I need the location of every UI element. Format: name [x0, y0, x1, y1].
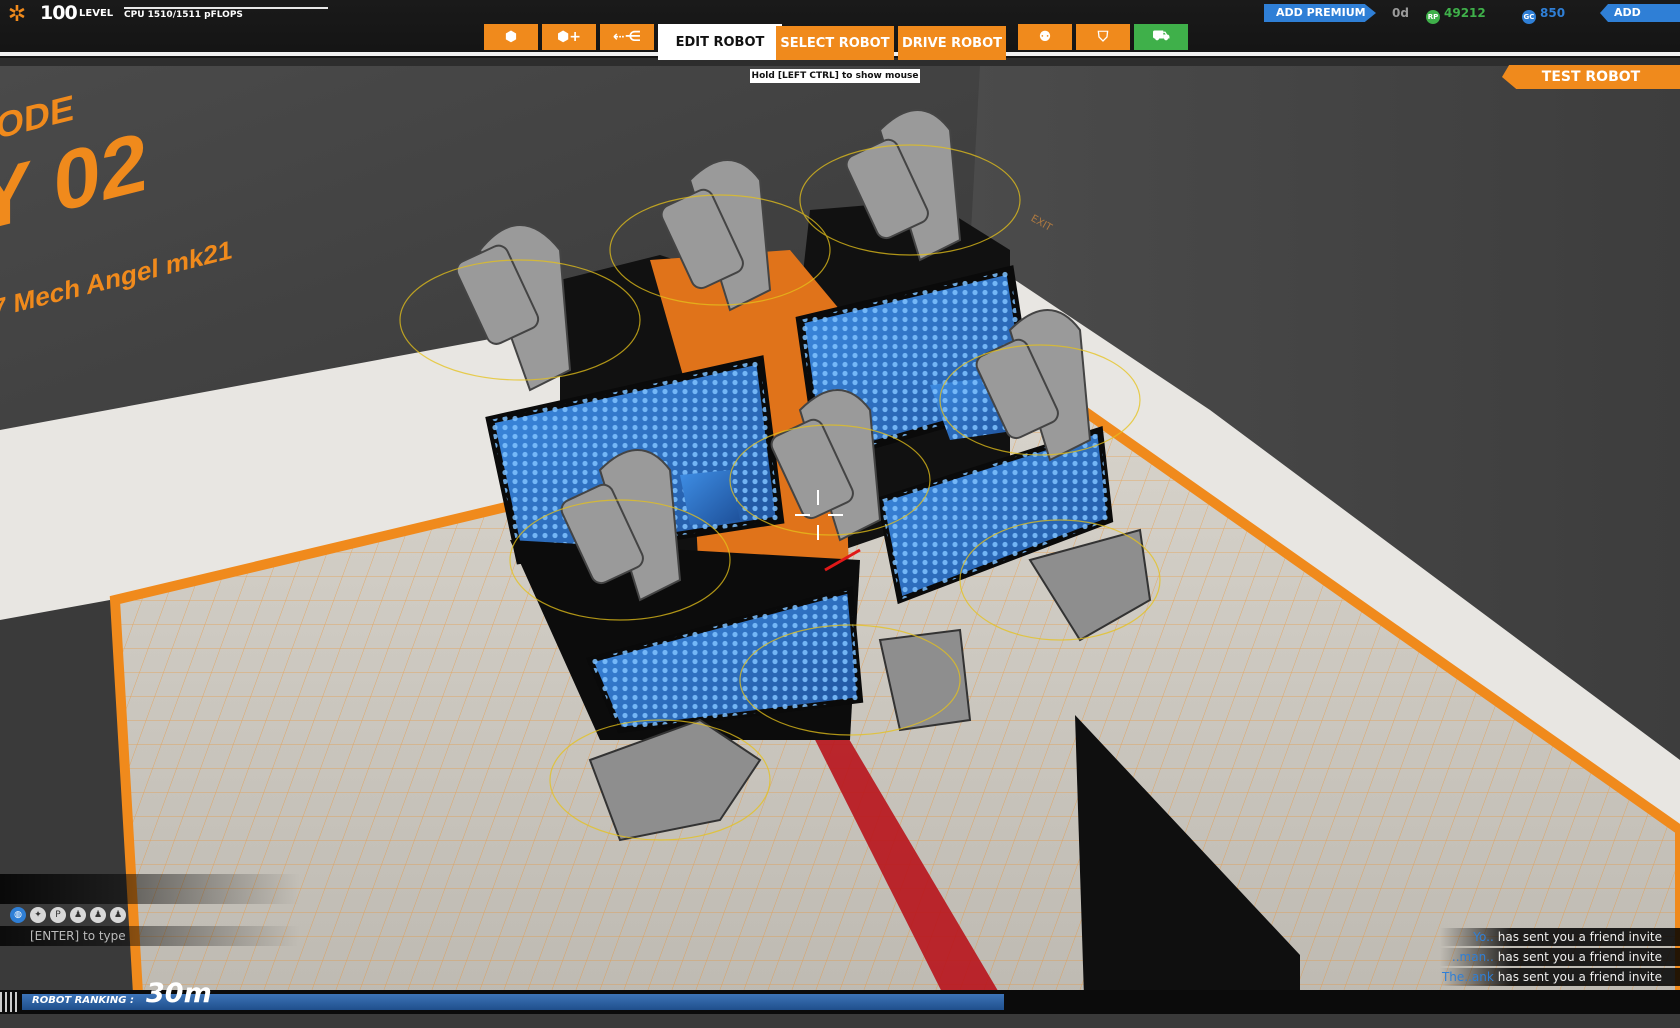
shield-icon: ⛉	[1097, 29, 1109, 45]
level-label: LEVEL	[79, 8, 114, 19]
gc-icon: GC	[1522, 10, 1536, 24]
robot-ranking-label: ROBOT RANKING :	[32, 995, 134, 1006]
person-icon[interactable]: ♟	[70, 907, 86, 923]
notification-sender: Yo..	[1473, 930, 1494, 944]
rp-icon: RP	[1426, 10, 1440, 24]
globe-icon[interactable]: ◍	[10, 907, 26, 923]
level-number: 100	[40, 2, 78, 24]
notification-text: has sent you a friend invite	[1497, 970, 1662, 984]
cube-button[interactable]: ⬢	[484, 24, 538, 50]
robot-icon: ⛟	[1152, 28, 1170, 44]
ranking-ticks	[0, 992, 20, 1012]
cube-icon: ⬢	[504, 29, 518, 45]
add-cube-icon: ⬢+	[557, 29, 581, 45]
friend-invite-notification[interactable]: ..man.. has sent you a friend invite	[1440, 948, 1680, 966]
share-icon: ⇠⋲	[613, 29, 641, 45]
tab-edit-robot[interactable]: EDIT ROBOT	[658, 24, 782, 60]
shield-button[interactable]: ⛉	[1076, 24, 1130, 50]
add-premium-button[interactable]: ADD PREMIUM	[1264, 4, 1376, 22]
tab-drive-robot[interactable]: DRIVE ROBOT	[898, 26, 1006, 60]
notification-text: has sent you a friend invite	[1497, 950, 1662, 964]
galaxy-coins-value: 850	[1540, 6, 1566, 20]
cpu-readout: CPU 1510/1511 pFLOPS	[124, 10, 243, 20]
community-icon: ⚉	[1038, 29, 1052, 45]
person-icon[interactable]: ♟	[90, 907, 106, 923]
robot-points-value: 49212	[1444, 6, 1486, 20]
robot-ranking-value: 30m	[146, 978, 212, 1009]
premium-days: 0d	[1392, 6, 1409, 20]
notification-sender: ..man..	[1451, 950, 1494, 964]
community-button[interactable]: ⚉	[1018, 24, 1072, 50]
mouse-hint: Hold [LEFT CTRL] to show mouse	[750, 69, 920, 83]
cpu-bar	[124, 7, 328, 9]
notification-text: has sent you a friend invite	[1497, 930, 1662, 944]
chat-input[interactable]: [ENTER] to type	[0, 926, 300, 946]
private-icon[interactable]: P	[50, 907, 66, 923]
chat-channel-icons: ◍ ✦ P ♟ ♟ ♟	[10, 907, 126, 925]
person-icon[interactable]: ♟	[110, 907, 126, 923]
garage-button[interactable]: ⛟	[1134, 24, 1188, 50]
party-icon[interactable]: ✦	[30, 907, 46, 923]
robot-points: RP 49212	[1426, 5, 1486, 24]
add-funds-button[interactable]: ADD FUNDS	[1600, 4, 1680, 22]
galaxy-coins: GC 850	[1522, 5, 1565, 24]
gear-icon[interactable]: ✲	[6, 4, 28, 26]
share-button[interactable]: ⇠⋲	[600, 24, 654, 50]
chat-log	[0, 874, 300, 904]
friend-invite-notification[interactable]: Yo.. has sent you a friend invite	[1440, 928, 1680, 946]
add-cube-button[interactable]: ⬢+	[542, 24, 596, 50]
friend-invite-notification[interactable]: The..ank has sent you a friend invite	[1440, 968, 1680, 986]
test-robot-button[interactable]: TEST ROBOT	[1502, 65, 1680, 89]
tab-select-robot[interactable]: SELECT ROBOT	[776, 26, 894, 60]
bottom-strip	[0, 1014, 1680, 1028]
notification-sender: The..ank	[1441, 970, 1494, 984]
